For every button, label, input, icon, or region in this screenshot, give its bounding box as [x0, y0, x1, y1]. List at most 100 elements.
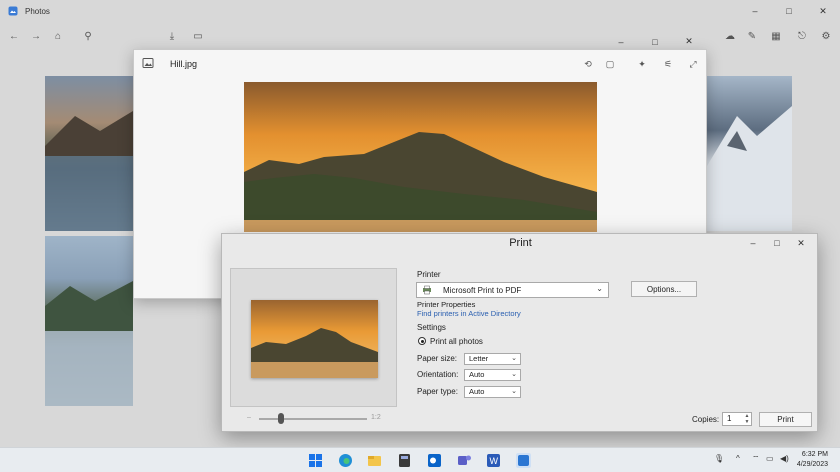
print-maximize-button[interactable]: □ — [765, 236, 789, 250]
find-printers-link[interactable]: Find printers in Active Directory — [417, 309, 521, 318]
enhance-icon[interactable]: ✦ — [634, 56, 650, 72]
overflow-icon[interactable]: ^ — [736, 454, 740, 463]
hill-photo-art — [244, 82, 597, 232]
paper-size-value: Letter — [469, 354, 489, 363]
paper-type-value: Auto — [469, 387, 485, 396]
print-dialog-title: Print — [509, 237, 532, 249]
orientation-value: Auto — [469, 370, 485, 379]
viewer-window-controls: – □ ✕ — [604, 33, 706, 50]
viewer-toolbar: Hill.jpg ⟲ ▢ ✦ ⚟ ⤢ — [134, 50, 706, 78]
print-close-button[interactable]: ✕ — [789, 236, 813, 250]
taskbar-clock[interactable]: 6:32 PM 4/29/2023 — [797, 450, 828, 470]
edge-icon[interactable] — [338, 453, 353, 468]
svg-text:W: W — [490, 456, 499, 466]
settings-heading: Settings — [417, 323, 446, 332]
print-button[interactable]: Print — [759, 412, 812, 427]
taskbar: W 🎙 ^ ⌔ ▭ ◀) 6:32 PM 4/29/2023 — [0, 447, 840, 472]
close-button[interactable]: ✕ — [806, 0, 840, 22]
word-icon[interactable]: W — [486, 453, 501, 468]
print-preview — [230, 268, 397, 407]
fullscreen-icon[interactable]: ⤢ — [685, 56, 701, 72]
rotate-icon[interactable]: ⟲ — [580, 56, 596, 72]
image-file-icon — [142, 58, 154, 68]
app-title: Photos — [25, 6, 50, 16]
print-window-controls: – □ ✕ — [741, 236, 813, 250]
gallery-photo-snow-mountain[interactable] — [707, 76, 792, 231]
preview-hill-art — [251, 300, 378, 378]
paper-type-select[interactable]: Auto ⌄ — [464, 386, 521, 398]
wifi-icon[interactable]: ⌔ — [752, 454, 760, 464]
printer-properties-label[interactable]: Printer Properties — [417, 300, 475, 309]
chevron-down-icon: ⌄ — [511, 371, 517, 378]
copies-label: Copies: — [692, 415, 720, 424]
microphone-icon[interactable]: 🎙 — [714, 454, 724, 463]
copies-input[interactable]: 1 ▲ ▼ — [722, 412, 752, 426]
options-button[interactable]: Options... — [631, 281, 697, 297]
print-dialog: Print – □ ✕ – 1:2 Printer Microsoft Prin… — [221, 233, 818, 432]
app-titlebar: Photos – □ ✕ — [0, 0, 840, 22]
photos-app-window: Photos – □ ✕ ← → ⌂ ⚲ ⤓ ▭ ☁ ✎ ▦ ⎋ ⚙ – □ ✕… — [0, 0, 840, 447]
zoom-out-icon[interactable]: – — [247, 414, 251, 421]
teams-icon[interactable] — [457, 453, 472, 468]
photos-app-icon — [8, 6, 18, 16]
printer-name: Microsoft Print to PDF — [443, 285, 522, 295]
import-icon[interactable]: ⤓ — [162, 24, 182, 48]
gallery-photo-lake[interactable] — [45, 76, 133, 231]
edit-icon[interactable]: ✎ — [742, 24, 762, 48]
print-all-radio[interactable] — [418, 337, 426, 345]
file-explorer-icon[interactable] — [367, 453, 382, 468]
snow-mountain-photo-art — [707, 106, 792, 231]
reflection-photo-art — [45, 281, 133, 406]
preview-zoom-slider[interactable]: – 1:2 — [247, 412, 381, 426]
gallery-photo-reflection[interactable] — [45, 236, 133, 406]
print-all-label[interactable]: Print all photos — [430, 337, 483, 346]
paper-type-label: Paper type: — [417, 387, 458, 396]
print-preview-image — [251, 300, 378, 378]
printer-heading: Printer — [417, 270, 441, 279]
folder-icon[interactable]: ▭ — [188, 24, 208, 48]
app-window-controls: – □ ✕ — [738, 0, 840, 22]
home-icon[interactable]: ⌂ — [48, 24, 68, 48]
minimize-button[interactable]: – — [738, 0, 772, 22]
clock-time: 6:32 PM — [801, 451, 828, 458]
start-icon[interactable] — [308, 453, 323, 468]
app-toolbar: ← → ⌂ ⚲ ⤓ ▭ ☁ ✎ ▦ ⎋ ⚙ — [0, 24, 840, 48]
battery-icon[interactable]: ▭ — [766, 454, 774, 463]
cloud-icon[interactable]: ☁ — [720, 24, 740, 48]
crop-icon[interactable]: ▢ — [602, 56, 618, 72]
maximize-button[interactable]: □ — [772, 0, 806, 22]
back-icon[interactable]: ← — [4, 24, 24, 48]
printer-icon — [423, 285, 431, 295]
hill-photo — [244, 82, 597, 232]
photos-taskbar-icon[interactable] — [516, 453, 531, 468]
paper-size-label: Paper size: — [417, 354, 458, 363]
outlook-icon[interactable] — [427, 453, 442, 468]
zoom-thumb[interactable] — [277, 413, 284, 424]
forward-icon[interactable]: → — [26, 24, 46, 48]
viewer-file-name: Hill.jpg — [170, 59, 198, 69]
slideshow-icon[interactable]: ▦ — [766, 24, 786, 48]
orientation-label: Orientation: — [417, 370, 459, 379]
zoom-ratio[interactable]: 1:2 — [371, 414, 381, 421]
settings-icon[interactable]: ⚙ — [816, 24, 836, 48]
copies-spinner[interactable]: ▲ ▼ — [744, 413, 750, 425]
calculator-icon[interactable] — [397, 453, 412, 468]
zoom-track[interactable] — [259, 418, 367, 420]
printer-select[interactable]: Microsoft Print to PDF ⌄ — [416, 282, 609, 298]
lake-photo-art — [45, 111, 133, 231]
volume-icon[interactable]: ◀) — [780, 454, 789, 463]
search-icon[interactable]: ⚲ — [78, 24, 98, 48]
chevron-down-icon: ⌄ — [596, 284, 603, 293]
paper-size-select[interactable]: Letter ⌄ — [464, 353, 521, 365]
print-minimize-button[interactable]: – — [741, 236, 765, 250]
orientation-select[interactable]: Auto ⌄ — [464, 369, 521, 381]
viewer-minimize-button[interactable]: – — [604, 33, 638, 50]
chevron-down-icon: ⌄ — [511, 388, 517, 395]
chevron-down-icon: ⌄ — [511, 355, 517, 362]
share-icon[interactable]: ⎋ — [792, 24, 812, 48]
filter-icon[interactable]: ⚟ — [660, 56, 676, 72]
viewer-close-button[interactable]: ✕ — [672, 33, 706, 50]
viewer-maximize-button[interactable]: □ — [638, 33, 672, 50]
copies-value: 1 — [727, 414, 732, 423]
clock-date: 4/29/2023 — [796, 461, 828, 468]
